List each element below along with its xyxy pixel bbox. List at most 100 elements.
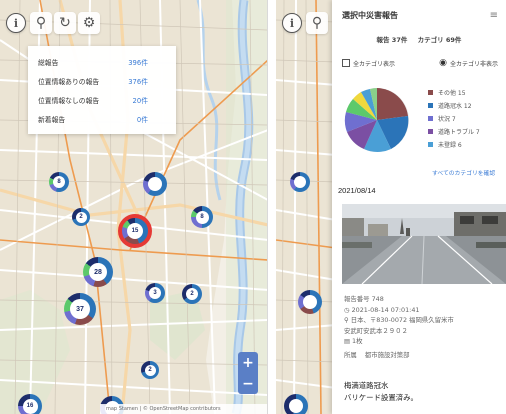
report-number: 報告番号 748 [344, 295, 384, 303]
hide-all-label: 全カテゴリ非表示 [449, 60, 498, 68]
legend-label: 道路冠水 12 [438, 103, 472, 110]
category-pie-chart [342, 80, 412, 160]
department-value: 都市施設対策部 [364, 350, 410, 359]
stat-count: 376件 [128, 77, 148, 86]
map-cluster[interactable] [290, 172, 310, 192]
map[interactable]: i ⚲ ↻ ⚙ 総報告 396件 位置情報ありの報告 376件 位置情報なしの報… [0, 0, 267, 414]
report-time-row: ◷ 2021-08-14 07:01:41 [344, 305, 454, 316]
map-cluster[interactable]: 8 [49, 172, 69, 192]
legend-swatch [428, 116, 433, 121]
stat-label: 位置情報なしの報告 [38, 96, 100, 105]
legend-item[interactable]: その他 15 [428, 86, 480, 99]
cluster-count: 37 [70, 299, 90, 319]
map-cluster[interactable]: 2 [72, 208, 90, 226]
stat-row-new: 新着報告 0件 [38, 109, 168, 128]
screen-divider [268, 0, 276, 414]
report-address-row: ⚲ 日本、〒830-0072 福岡県久留米市 [344, 315, 454, 326]
map-cluster[interactable]: 3 [145, 283, 165, 303]
right-screen: i ⚲ 選択中災害報告 ≡ 報告 37件 カテゴリ 69件 全カテゴリ表示 ◉ … [276, 0, 506, 414]
search-icon[interactable]: ⚲ [306, 12, 328, 34]
cluster-count: 16 [22, 398, 38, 414]
map-cluster[interactable] [298, 290, 322, 314]
stat-count: 396件 [128, 58, 148, 67]
map-attribution[interactable]: map Stamen | © OpenStreetMap contributor… [100, 404, 267, 414]
map-cluster[interactable]: 2 [141, 361, 159, 379]
map-cluster[interactable]: 8 [191, 206, 213, 228]
legend-swatch [428, 90, 433, 95]
stat-label: 総報告 [38, 58, 59, 67]
eye-slash-icon: ◉ [439, 58, 447, 68]
report-address-line2: 安武町安武本２９０２ [344, 326, 408, 335]
legend-label: 状況 7 [438, 116, 456, 123]
map-cluster[interactable] [284, 394, 308, 414]
left-screen: i ⚲ ↻ ⚙ 総報告 396件 位置情報ありの報告 376件 位置情報なしの報… [0, 0, 268, 414]
cluster-count: 8 [53, 176, 65, 188]
report-photo[interactable] [342, 204, 506, 284]
category-count: カテゴリ 69件 [417, 36, 462, 44]
stat-label: 位置情報ありの報告 [38, 77, 100, 86]
legend-item[interactable]: 道路冠水 12 [428, 99, 480, 112]
zoom-in-button[interactable]: + [242, 355, 254, 371]
report-time: 2021-08-14 07:01:41 [351, 305, 420, 314]
stat-count: 20件 [132, 96, 148, 105]
department-label: 所属 [344, 350, 357, 359]
legend-swatch [428, 129, 433, 134]
see-all-categories-link[interactable]: すべてのカテゴリを確認 [432, 168, 495, 177]
map-cluster[interactable]: 2 [182, 284, 202, 304]
hide-all-categories-button[interactable]: ◉ 全カテゴリ非表示 [439, 58, 498, 68]
photo-count-row: ▤ 1枚 [344, 336, 454, 347]
map-cluster[interactable]: 16 [18, 394, 42, 414]
image-icon: ▤ [344, 337, 351, 345]
legend-item[interactable]: 状況 7 [428, 112, 480, 125]
square-icon [342, 59, 350, 67]
cluster-count: 2 [75, 211, 87, 223]
detail-header: 選択中災害報告 ≡ [332, 0, 506, 30]
map-cluster[interactable]: 37 [64, 293, 96, 325]
cluster-count: 28 [89, 263, 107, 281]
summary-line-1: 梅満道路冠水 [344, 381, 389, 390]
report-info: 報告番号 748 ◷ 2021-08-14 07:01:41 ⚲ 日本、〒830… [344, 294, 454, 360]
stat-label: 新着報告 [38, 115, 66, 124]
stat-row-total: 総報告 396件 [38, 52, 168, 71]
report-count: 報告 37件 [376, 36, 408, 44]
detail-title: 選択中災害報告 [342, 10, 398, 20]
legend-item[interactable]: 未登録 6 [428, 138, 480, 151]
info-icon[interactable]: i [6, 13, 26, 33]
legend-swatch [428, 142, 433, 147]
info-icon[interactable]: i [282, 13, 302, 33]
flooded-road-photo [342, 204, 506, 284]
cluster-count: 2 [144, 364, 156, 376]
report-summary-text: 梅満道路冠水 バリケード設置済み。 [344, 380, 418, 404]
legend-label: その他 15 [438, 90, 466, 97]
map-cluster-selected[interactable]: 15 [118, 214, 152, 248]
cluster-count [148, 177, 162, 191]
report-summary: 報告 37件 カテゴリ 69件 [332, 34, 506, 44]
photo-count: 1枚 [352, 337, 363, 345]
refresh-icon[interactable]: ↻ [54, 12, 76, 34]
location-pin-icon: ⚲ [344, 316, 349, 324]
category-legend: その他 15 道路冠水 12 状況 7 道路トラブル 7 未登録 6 [428, 86, 480, 151]
summary-line-2: バリケード設置済み。 [344, 393, 418, 402]
stat-row-with-location: 位置情報ありの報告 376件 [38, 71, 168, 90]
stat-row-without-location: 位置情報なしの報告 20件 [38, 90, 168, 109]
cluster-count: 2 [186, 288, 198, 300]
cluster-count: 3 [149, 287, 161, 299]
show-all-categories-button[interactable]: 全カテゴリ表示 [342, 58, 395, 68]
stat-count: 0件 [136, 115, 148, 124]
legend-swatch [428, 103, 433, 108]
map-cluster[interactable] [143, 172, 167, 196]
search-icon[interactable]: ⚲ [30, 12, 52, 34]
map-cluster[interactable]: 28 [83, 257, 113, 287]
cluster-count: 15 [127, 223, 143, 239]
legend-label: 道路トラブル 7 [438, 129, 480, 136]
clock-icon: ◷ [344, 305, 350, 314]
map-toolbar: i ⚲ ↻ ⚙ [6, 12, 100, 34]
settings-icon[interactable]: ⚙ [78, 12, 100, 34]
show-all-label: 全カテゴリ表示 [353, 60, 396, 68]
legend-item[interactable]: 道路トラブル 7 [428, 125, 480, 138]
report-stats-card: 総報告 396件 位置情報ありの報告 376件 位置情報なしの報告 20件 新着… [28, 46, 176, 134]
cluster-count: 8 [195, 210, 209, 224]
zoom-out-button[interactable]: − [242, 376, 254, 392]
filter-icon[interactable]: ≡ [490, 10, 498, 21]
report-detail-panel: 選択中災害報告 ≡ 報告 37件 カテゴリ 69件 全カテゴリ表示 ◉ 全カテゴ… [332, 0, 506, 414]
